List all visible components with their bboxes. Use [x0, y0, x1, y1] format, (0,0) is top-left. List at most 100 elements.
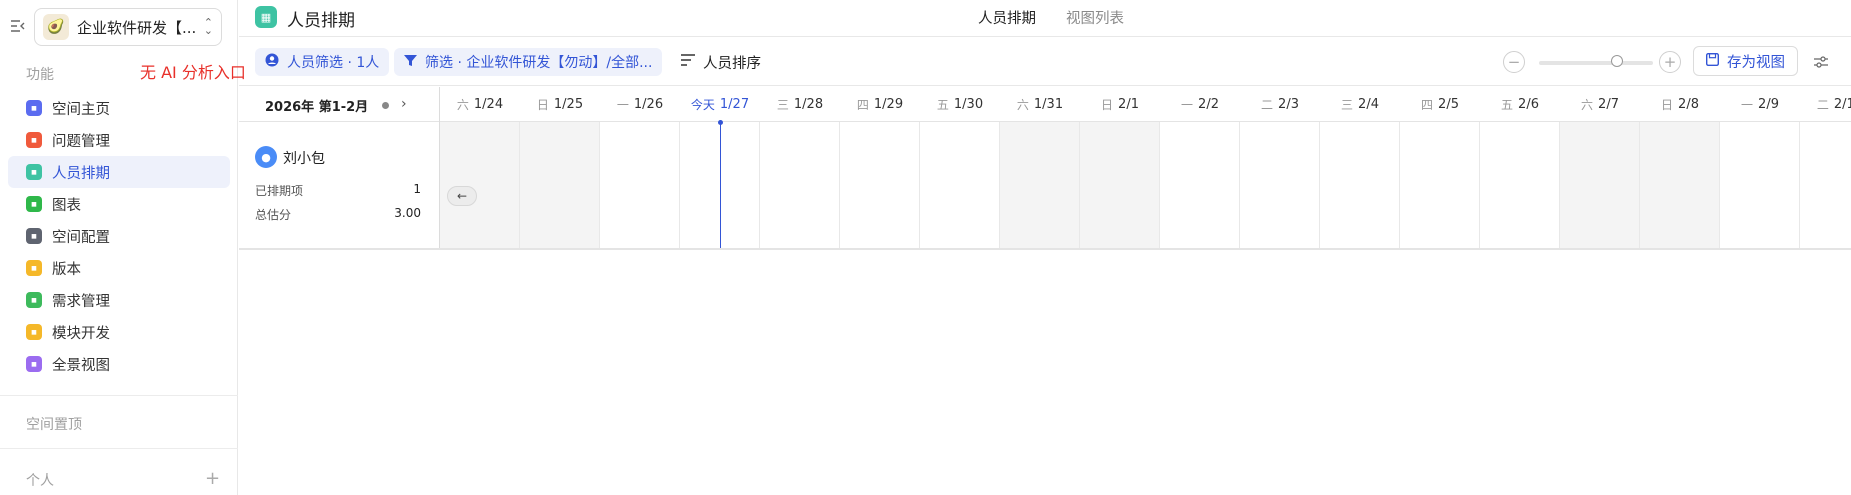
day-column[interactable]: 一 2/9 — [1720, 87, 1800, 248]
day-header: 三 2/4 — [1320, 87, 1400, 122]
filter-label: 筛选 · 企业软件研发【勿动】/全部... — [425, 55, 653, 71]
day-header: 一 2/2 — [1160, 87, 1240, 122]
section-label-personal: 个人 — [26, 473, 54, 489]
day-column[interactable]: 一 2/2 — [1160, 87, 1240, 248]
zoom-out-icon[interactable]: − — [1503, 51, 1525, 73]
arrow-left-icon[interactable]: ← — [447, 186, 477, 206]
day-column[interactable]: 五 1/30 — [920, 87, 1000, 248]
sidebar-item-label: 全景视图 — [52, 357, 110, 374]
app-root: 🥑 企业软件研发【... ⌃ ⌄ 功能 无 AI 分析入口 ■ 空间主页 ■ 问题管理 ■… — [0, 0, 1851, 495]
day-header: 六 1/24 — [440, 87, 520, 122]
weekday-label: 二 — [1261, 97, 1274, 112]
zoom-in-icon[interactable]: + — [1659, 51, 1681, 73]
sort-label: 人员排序 — [703, 55, 761, 72]
sidebar-item-2[interactable]: ■ 问题管理 — [8, 124, 230, 156]
member-name[interactable]: 刘小包 — [283, 148, 325, 168]
date-label: 2/5 — [1438, 96, 1459, 112]
weekday-label: 一 — [616, 97, 629, 112]
weekday-label: 五 — [936, 97, 949, 112]
filter-chip[interactable]: 筛选 · 企业软件研发【勿动】/全部... — [394, 48, 663, 76]
schedule-icon: ■ — [26, 164, 42, 180]
weekday-label: 一 — [1181, 97, 1194, 112]
weekday-label: 六 — [1581, 97, 1594, 112]
weekday-label: 二 — [1816, 97, 1829, 112]
sidebar-item-8[interactable]: ■ 模块开发 — [8, 316, 230, 348]
day-column[interactable]: 日 2/1 — [1080, 87, 1160, 248]
section-label-pinned: 空间置顶 — [26, 417, 82, 433]
date-label: 1/25 — [553, 96, 584, 112]
total-estimate-value: 3.00 — [394, 206, 421, 220]
zoom-slider-handle[interactable] — [1611, 55, 1623, 67]
day-column[interactable]: 四 2/5 — [1400, 87, 1480, 248]
day-header: 一 2/9 — [1720, 87, 1800, 122]
sidebar-item-7[interactable]: ■ 需求管理 — [8, 284, 230, 316]
sidebar-item-5[interactable]: ■ 空间配置 — [8, 220, 230, 252]
avatar[interactable]: ● — [255, 146, 277, 168]
day-column[interactable]: 日 1/25 — [520, 87, 600, 248]
sidebar-item-label: 模块开发 — [52, 325, 110, 342]
schedule-icon: ▦ — [255, 6, 277, 28]
member-filter-chip[interactable]: 人员筛选 · 1人 — [255, 48, 390, 76]
chevron-left-icon[interactable]: ‹ — [361, 96, 367, 112]
date-label: 2/4 — [1358, 96, 1379, 112]
tab-schedule[interactable]: 人员排期 — [978, 7, 1036, 28]
date-label: 2/7 — [1598, 96, 1619, 112]
day-column[interactable]: 五 2/6 — [1480, 87, 1560, 248]
space-switcher[interactable]: 🥑 企业软件研发【... ⌃ ⌄ — [34, 8, 222, 46]
day-header: 四 1/29 — [840, 87, 920, 122]
day-column[interactable]: 三 2/4 — [1320, 87, 1400, 248]
tab-view-list[interactable]: 视图列表 — [1066, 7, 1124, 28]
user-icon — [265, 53, 279, 71]
chevron-updown-icon: ⌃ ⌄ — [203, 16, 213, 37]
day-header: 二 2/3 — [1240, 87, 1320, 122]
annotation-note: 无 AI 分析入口 — [140, 63, 246, 82]
scheduled-items-value: 1 — [413, 182, 421, 196]
day-column[interactable]: 二 2/3 — [1240, 87, 1320, 248]
scheduled-items-label: 已排期项 — [255, 184, 304, 198]
sort-button[interactable]: 人员排序 — [681, 48, 761, 76]
date-label: 1/29 — [873, 96, 904, 112]
sidebar-item-1[interactable]: ■ 空间主页 — [8, 92, 230, 124]
toolbar: 人员筛选 · 1人 筛选 · 企业软件研发【勿动】/全部... 人员排序 − +… — [239, 38, 1851, 86]
day-column[interactable]: 日 2/8 — [1640, 87, 1720, 248]
day-column[interactable]: 三 1/28 — [760, 87, 840, 248]
period-label: 2026年 第1-2月 — [265, 100, 369, 115]
sidebar-item-label: 人员排期 — [52, 165, 110, 182]
day-column[interactable]: 四 1/29 — [840, 87, 920, 248]
sidebar-item-4[interactable]: ■ 图表 — [8, 188, 230, 220]
sidebar-item-label: 需求管理 — [52, 293, 110, 310]
day-column[interactable]: 六 1/31 — [1000, 87, 1080, 248]
sidebar-item-6[interactable]: ■ 版本 — [8, 252, 230, 284]
sidebar-item-label: 版本 — [52, 261, 81, 278]
day-header: 二 2/10 — [1800, 87, 1851, 122]
day-header: 一 1/26 — [600, 87, 680, 122]
add-icon[interactable]: + — [205, 468, 220, 489]
day-column[interactable]: 二 2/10 — [1800, 87, 1851, 248]
view-settings-icon[interactable] — [1811, 52, 1831, 72]
today-dot-button[interactable] — [382, 102, 389, 109]
panorama-icon: ■ — [26, 356, 42, 372]
member-column-divider — [439, 87, 440, 248]
sidebar-item-3[interactable]: ■ 人员排期 — [8, 156, 230, 188]
chevron-right-icon[interactable]: › — [401, 96, 407, 112]
date-label: 1/26 — [633, 96, 664, 112]
day-header: 日 2/1 — [1080, 87, 1160, 122]
day-header: 今天 1/27 — [680, 87, 760, 122]
day-header: 四 2/5 — [1400, 87, 1480, 122]
save-view-button[interactable]: 存为视图 — [1693, 46, 1798, 76]
version-icon: ■ — [26, 260, 42, 276]
day-column[interactable]: 一 1/26 — [600, 87, 680, 248]
zoom-slider-track[interactable] — [1539, 61, 1653, 65]
day-header: 日 1/25 — [520, 87, 600, 122]
day-column[interactable]: 六 2/7 — [1560, 87, 1640, 248]
weekday-label: 日 — [1101, 97, 1114, 112]
collapse-sidebar-icon[interactable] — [8, 16, 28, 36]
day-column[interactable]: 六 1/24 — [440, 87, 520, 248]
sidebar-item-9[interactable]: ■ 全景视图 — [8, 348, 230, 380]
sidebar: 🥑 企业软件研发【... ⌃ ⌄ 功能 无 AI 分析入口 ■ 空间主页 ■ 问题管理 ■… — [0, 0, 246, 495]
issue-icon: ■ — [26, 132, 42, 148]
save-view-label: 存为视图 — [1727, 54, 1785, 71]
sidebar-item-label: 空间主页 — [52, 101, 110, 118]
day-header: 日 2/8 — [1640, 87, 1720, 122]
member-filter-label: 人员筛选 · 1人 — [287, 55, 380, 71]
